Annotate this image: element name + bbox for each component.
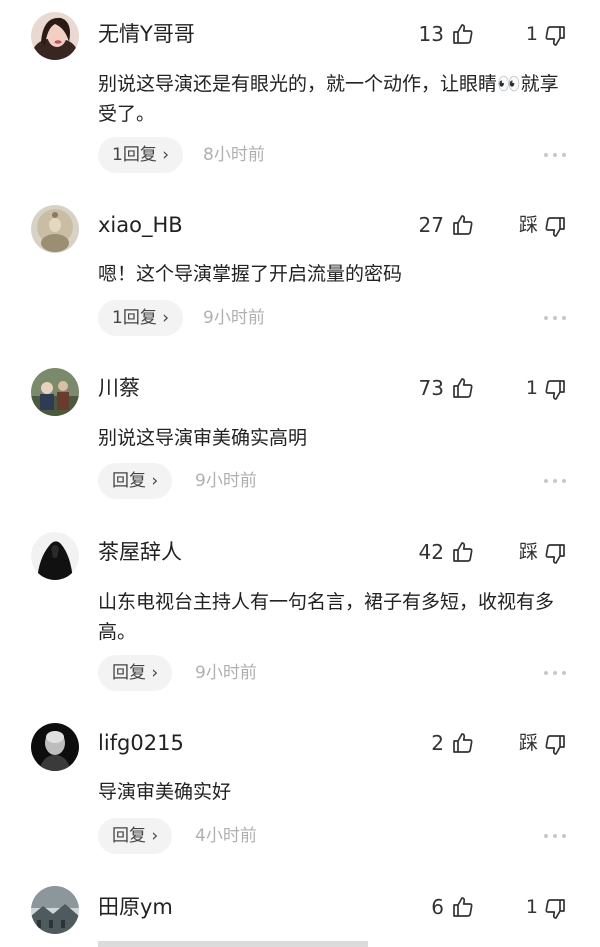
more-dots-icon[interactable] (543, 152, 567, 158)
reply-button[interactable]: 回复 › (98, 818, 173, 854)
reply-button[interactable]: 回复 › (98, 463, 173, 499)
timestamp: 9小时前 (195, 663, 257, 683)
avatar-bald-man-icon (31, 723, 79, 771)
comment-list: 无情Y哥哥 13 1 别说这导演还是有眼光的，就一个动作，让眼睛👀就享受了。 1… (0, 0, 600, 947)
avatar-woman-icon (31, 12, 79, 60)
thumbs-down-icon[interactable] (543, 24, 567, 48)
thumbs-up-icon[interactable] (451, 22, 475, 46)
comment-text: 山东电视台主持人有一句名言，裙子有多短，收视有多高。 (98, 591, 555, 643)
timestamp: 9小时前 (203, 308, 265, 328)
avatar-buddha-icon (31, 205, 79, 253)
more-dots-icon[interactable] (543, 315, 567, 321)
dislike-count: 1 (525, 377, 538, 399)
username[interactable]: lifg0215 (98, 729, 184, 757)
like-count: 13 (418, 22, 444, 46)
comment-text: 导演审美确实好 (98, 781, 232, 803)
avatar[interactable] (31, 12, 79, 60)
avatar[interactable] (31, 368, 79, 416)
more-dots-icon[interactable] (543, 670, 567, 676)
like-count: 6 (431, 895, 444, 919)
reply-button[interactable]: 1回复 › (98, 137, 184, 173)
reply-button[interactable]: 回复 › (98, 655, 173, 691)
thumbs-up-icon[interactable] (451, 540, 475, 564)
username[interactable]: 川蔡 (98, 374, 140, 402)
thumbs-down-icon[interactable] (543, 542, 567, 566)
username[interactable]: xiao_HB (98, 211, 183, 239)
more-dots-icon[interactable] (543, 833, 567, 839)
dislike-count: 1 (525, 23, 538, 45)
dislike-count: 1 (525, 896, 538, 918)
avatar[interactable] (31, 886, 79, 934)
avatar-landscape-icon (31, 886, 79, 934)
avatar-hooded-figure-icon (31, 532, 79, 580)
dislike-label: 踩 (518, 214, 538, 236)
username[interactable]: 无情Y哥哥 (98, 20, 195, 48)
thumbs-down-icon[interactable] (543, 215, 567, 239)
username[interactable]: 茶屋辞人 (98, 538, 182, 566)
thumbs-up-icon[interactable] (451, 731, 475, 755)
comment-text-cutoff (98, 941, 368, 947)
avatar-group-photo-icon (31, 368, 79, 416)
reply-button[interactable]: 1回复 › (98, 300, 184, 336)
timestamp: 9小时前 (195, 471, 257, 491)
avatar[interactable] (31, 723, 79, 771)
comment-text: 嗯！这个导演掌握了开启流量的密码 (98, 263, 403, 285)
timestamp: 8小时前 (203, 145, 265, 165)
like-count: 27 (418, 213, 444, 237)
thumbs-down-icon[interactable] (543, 733, 567, 757)
thumbs-up-icon[interactable] (451, 376, 475, 400)
avatar[interactable] (31, 532, 79, 580)
like-count: 73 (418, 376, 444, 400)
comment-text: 别说这导演还是有眼光的，就一个动作，让眼睛👀就享受了。 (98, 73, 559, 125)
more-dots-icon[interactable] (543, 478, 567, 484)
avatar[interactable] (31, 205, 79, 253)
thumbs-up-icon[interactable] (451, 895, 475, 919)
username[interactable]: 田原ym (98, 893, 173, 921)
comment-text: 别说这导演审美确实高明 (98, 427, 308, 449)
thumbs-up-icon[interactable] (451, 213, 475, 237)
dislike-label: 踩 (518, 732, 538, 754)
timestamp: 4小时前 (195, 826, 257, 846)
thumbs-down-icon[interactable] (543, 378, 567, 402)
like-count: 42 (418, 540, 444, 564)
dislike-label: 踩 (518, 541, 538, 563)
like-count: 2 (431, 731, 444, 755)
thumbs-down-icon[interactable] (543, 897, 567, 921)
